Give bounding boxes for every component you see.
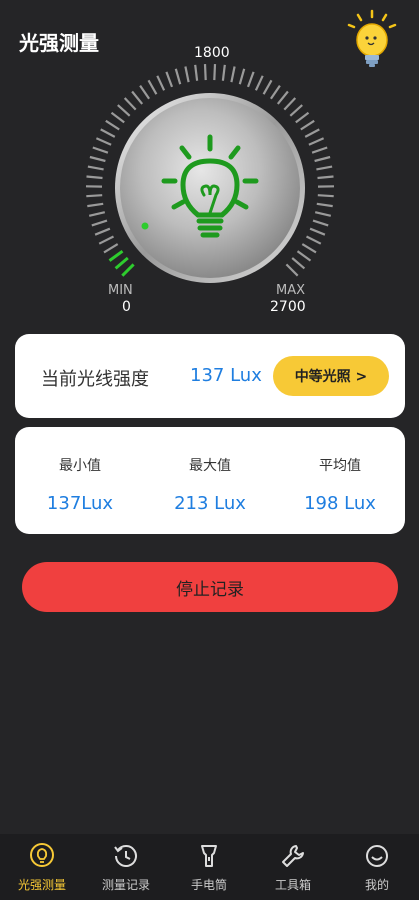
- gauge-tick: [86, 194, 103, 198]
- tab-records[interactable]: 测量记录: [84, 834, 168, 900]
- stat-max-label: 最大值: [189, 458, 231, 474]
- gauge-tick: [165, 71, 174, 88]
- gauge-tick: [317, 194, 334, 198]
- gauge-tick: [304, 128, 320, 138]
- gauge-tick: [283, 97, 297, 111]
- stat-avg-value: 198 Lux: [304, 493, 376, 514]
- wrench-icon: [282, 845, 304, 867]
- gauge-tick: [103, 243, 119, 254]
- gauge-tick: [105, 119, 120, 131]
- gauge-min-label: MIN: [108, 283, 133, 298]
- gauge-tick: [312, 219, 329, 227]
- tab-label: 工具箱: [274, 878, 311, 892]
- stats-card: 最小值 137Lux 最大值 213 Lux 平均值 198 Lux: [15, 427, 405, 534]
- stat-min-value: 137Lux: [46, 493, 114, 514]
- stop-recording-button[interactable]: 停止记录: [22, 562, 398, 612]
- gauge-tick: [123, 97, 137, 111]
- tab-toolbox[interactable]: 工具箱: [251, 834, 335, 900]
- gauge-tick: [88, 211, 106, 217]
- gauge-tick: [121, 263, 135, 277]
- gauge-tick: [203, 64, 207, 81]
- gauge-tick: [110, 111, 125, 124]
- intensity-card: 当前光线强度 137 Lux 中等光照 >: [15, 334, 405, 418]
- gauge-tick: [285, 263, 299, 277]
- tab-label: 测量记录: [101, 878, 150, 892]
- gauge-tick: [311, 146, 328, 154]
- gauge-tick: [254, 75, 264, 91]
- gauge-tick: [114, 256, 129, 270]
- gauge-tick: [230, 66, 236, 83]
- smile-icon: [366, 845, 388, 867]
- bottom-tab-bar: 光强测量 测量记录 手电筒 工具箱 我的: [0, 834, 419, 900]
- gauge-tick: [108, 249, 124, 262]
- gauge-tick: [174, 68, 182, 85]
- gauge-tick: [221, 64, 226, 81]
- gauge-tick: [269, 84, 281, 100]
- light-level-button[interactable]: 中等光照 >: [273, 356, 389, 396]
- gauge-indicator-dot: [141, 222, 149, 230]
- gauge-tick: [213, 64, 217, 81]
- gauge-tick: [184, 66, 190, 83]
- light-gauge: 1800 MIN 0 MAX 2700: [79, 45, 341, 335]
- gauge-tick: [89, 155, 106, 163]
- tab-label: 我的: [364, 878, 389, 892]
- stat-max-value: 213 Lux: [174, 493, 246, 514]
- gauge-tick: [95, 137, 112, 146]
- gauge-tick: [117, 104, 131, 117]
- tab-flashlight[interactable]: 手电筒: [167, 834, 251, 900]
- stat-max: 最大值 213 Lux: [145, 427, 275, 534]
- stat-min: 最小值 137Lux: [15, 427, 145, 534]
- gauge-tick: [317, 175, 334, 180]
- tab-label: 光强测量: [17, 878, 66, 892]
- bulb-icon: [30, 843, 54, 867]
- tab-profile[interactable]: 我的: [335, 834, 419, 900]
- gauge-min-value: 0: [122, 299, 131, 315]
- gauge-tick: [316, 165, 333, 171]
- tab-label: 手电筒: [190, 878, 227, 892]
- gauge-tick: [316, 202, 333, 208]
- flashlight-icon: [201, 845, 217, 867]
- gauge-tick: [194, 64, 199, 81]
- gauge-tick: [300, 119, 315, 131]
- gauge-tick: [314, 155, 331, 163]
- stat-min-label: 最小值: [59, 458, 101, 474]
- gauge-tick: [91, 219, 108, 227]
- gauge-tick: [147, 79, 158, 95]
- gauge-tick: [86, 175, 103, 180]
- gauge-tick: [131, 90, 144, 105]
- gauge-tick: [314, 211, 332, 217]
- history-icon: [114, 845, 137, 867]
- gauge-tick: [92, 146, 109, 154]
- gauge-tick: [301, 243, 317, 254]
- gauge-top-value: 1800: [194, 45, 230, 61]
- gauge-tick: [94, 227, 111, 236]
- intensity-value: 137 Lux: [190, 365, 262, 386]
- gauge-max-value: 2700: [270, 299, 306, 315]
- gauge-tick: [306, 235, 322, 245]
- gauge-tick: [238, 68, 246, 85]
- gauge-tick: [276, 90, 289, 105]
- gauge-tick: [156, 75, 166, 91]
- gauge-tick: [246, 71, 255, 88]
- stat-avg-label: 平均值: [319, 458, 361, 474]
- gauge-tick: [289, 104, 303, 117]
- gauge-tick: [308, 137, 325, 146]
- tab-light-measure[interactable]: 光强测量: [0, 834, 84, 900]
- gauge-tick: [87, 202, 104, 208]
- gauge-tick: [262, 79, 273, 95]
- intensity-label: 当前光线强度: [41, 369, 149, 390]
- gauge-tick: [295, 111, 310, 124]
- gauge-tick: [296, 250, 312, 262]
- gauge-tick: [139, 84, 151, 100]
- bulb-mascot-icon[interactable]: [344, 8, 400, 68]
- gauge-tick: [98, 235, 114, 245]
- gauge-tick: [291, 257, 306, 270]
- gauge-tick: [100, 128, 116, 138]
- gauge-tick: [87, 165, 104, 171]
- gauge-tick: [309, 227, 326, 236]
- stat-avg: 平均值 198 Lux: [275, 427, 405, 534]
- gauge-max-label: MAX: [276, 283, 306, 298]
